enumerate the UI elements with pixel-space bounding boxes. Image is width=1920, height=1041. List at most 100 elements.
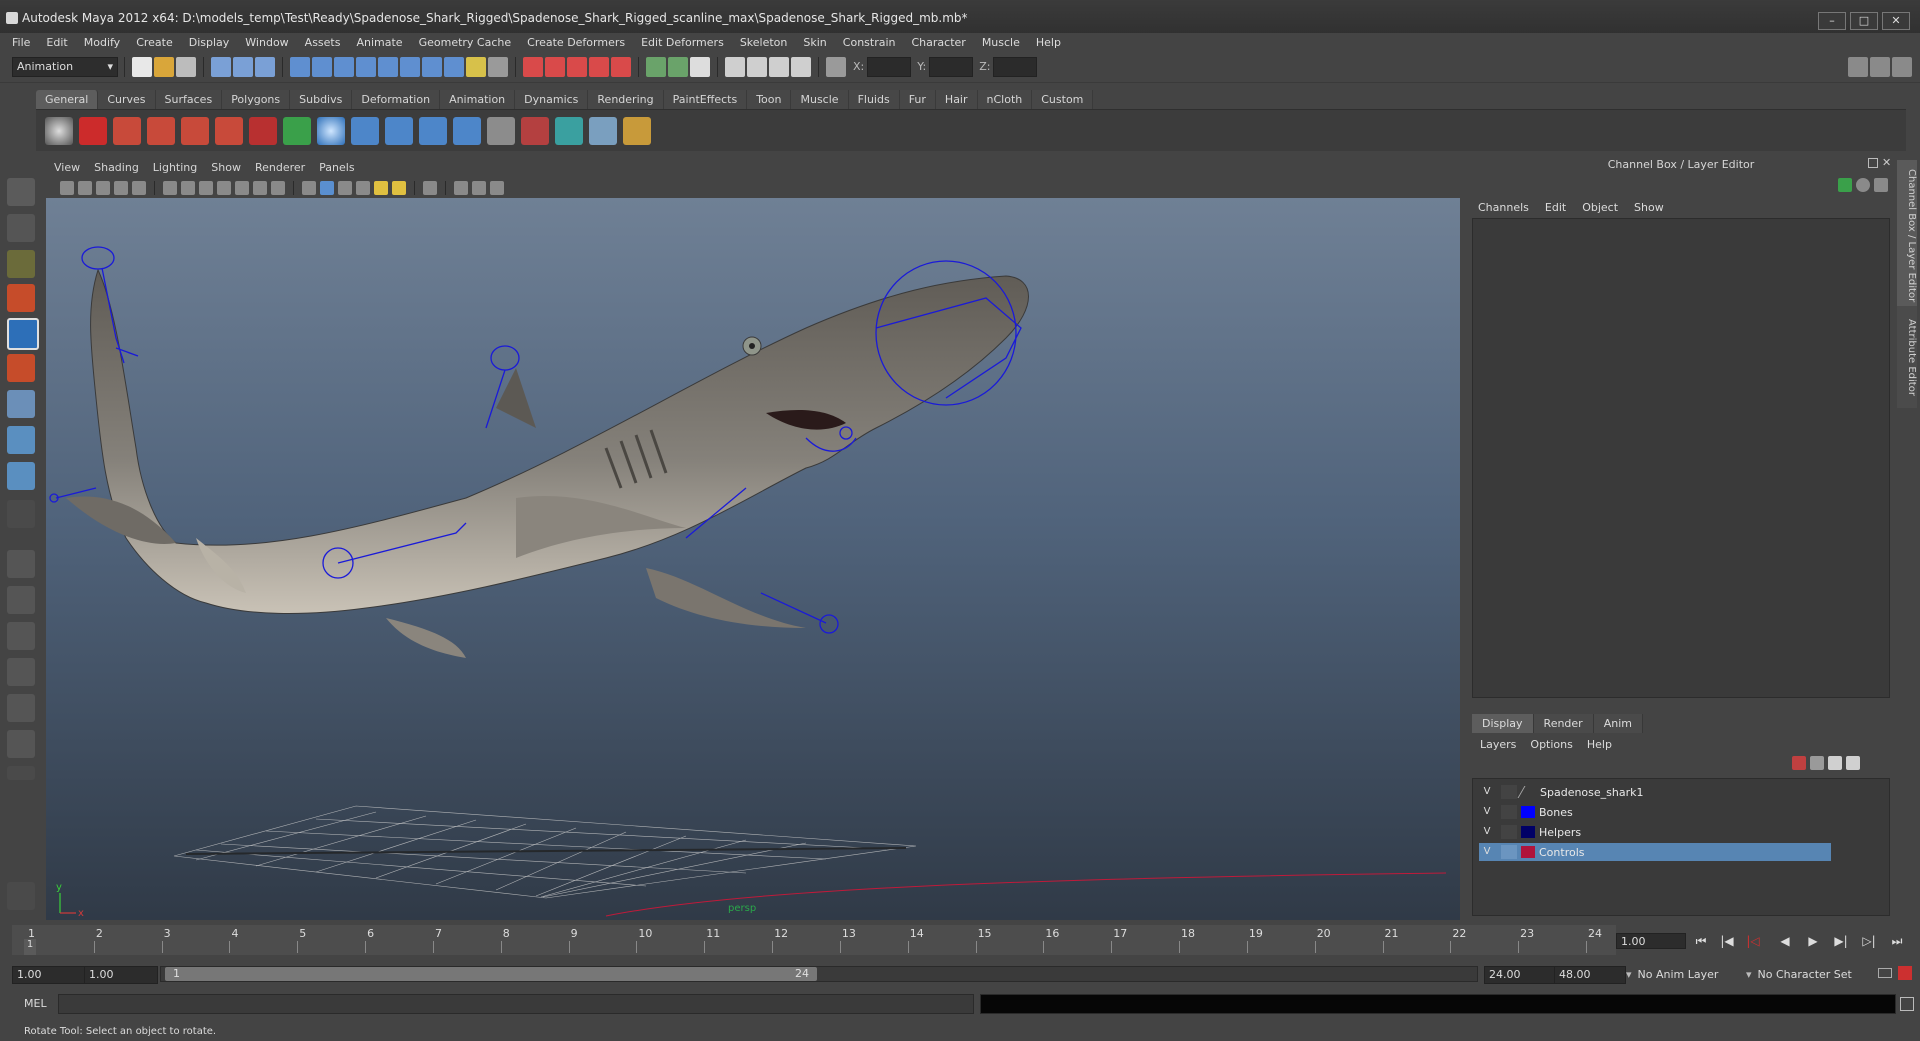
side-tab-channel-box[interactable]: Channel Box / Layer Editor [1897,160,1917,312]
snap-to-curve-icon[interactable] [545,56,565,77]
menu-file[interactable]: File [8,36,34,49]
backface-culling-icon[interactable] [490,181,504,195]
bookmarks-icon[interactable] [96,181,110,195]
menu-edit[interactable]: Edit [42,36,71,49]
layer-menu-options[interactable]: Options [1530,738,1572,751]
y-field[interactable] [929,56,974,77]
layer-row-selected[interactable]: V Controls [1479,843,1831,861]
range-track[interactable]: 1 24 [160,966,1478,982]
shelf-tab-fur[interactable]: Fur [899,89,936,109]
layer-row[interactable]: V Spadenose_shark1 [1479,783,1831,801]
shelf-tab-general[interactable]: General [36,89,99,109]
grid-icon[interactable] [163,181,177,195]
ik-handle-icon[interactable] [385,116,413,145]
show-attribute-editor-icon[interactable] [1848,56,1868,77]
wireframe-on-shaded-icon[interactable] [338,181,352,195]
select-hierarchy-icon[interactable] [211,56,231,77]
two-d-pan-zoom-icon[interactable] [132,181,146,195]
layer-type-toggle[interactable] [1501,825,1517,839]
select-joints-icon[interactable] [312,56,332,77]
snap-to-point-icon[interactable] [567,56,587,77]
constraint-icon[interactable] [453,116,481,145]
delete-layer-icon[interactable] [1792,756,1806,770]
z-field[interactable] [993,56,1038,77]
layer-tab-anim[interactable]: Anim [1593,713,1643,733]
start-time-field[interactable]: 1.00 [12,966,86,984]
go-to-start-button[interactable]: ⏮ [1690,932,1712,950]
hypershade-layout-icon[interactable] [7,694,35,722]
hypershade-icon[interactable] [791,56,811,77]
viewport-menu-lighting[interactable]: Lighting [153,161,197,174]
move-tool-icon[interactable] [7,284,35,312]
viewport-menu-renderer[interactable]: Renderer [255,161,305,174]
channel-box-key-icon[interactable] [1838,178,1852,192]
textured-icon[interactable] [356,181,370,195]
lock-selection-icon[interactable] [466,56,486,77]
layer-stack-icon[interactable] [1810,756,1824,770]
arrow-icon[interactable] [283,116,311,145]
layer-tab-display[interactable]: Display [1472,713,1534,733]
step-back-frame-button[interactable]: |◁ [1742,932,1764,950]
construction-history-icon[interactable] [690,56,710,77]
layer-color-swatch[interactable] [1521,826,1535,838]
minimize-button[interactable]: – [1818,12,1846,30]
menu-create[interactable]: Create [132,36,177,49]
rotate-tool-icon[interactable] [7,318,39,350]
menu-animate[interactable]: Animate [352,36,406,49]
viewport-menu-panels[interactable]: Panels [319,161,354,174]
shelf-tab-animation[interactable]: Animation [440,89,516,109]
select-misc-icon[interactable] [444,56,464,77]
more-layouts-icon[interactable] [7,766,35,780]
menu-edit-deformers[interactable]: Edit Deformers [637,36,728,49]
end-time-field[interactable]: 48.00 [1554,966,1626,984]
xray-icon[interactable] [454,181,468,195]
shelf-tab-curves[interactable]: Curves [98,89,156,109]
script-icon-3[interactable] [181,116,209,145]
layer-row[interactable]: V Bones [1479,803,1831,821]
select-surfaces-icon[interactable] [356,56,376,77]
input-history-icon[interactable] [646,56,666,77]
show-manipulator-icon[interactable] [7,462,35,490]
shelf-tab-polygons[interactable]: Polygons [222,89,291,109]
four-view-layout-icon[interactable] [7,586,35,614]
step-forward-frame-button[interactable]: ▶| [1830,932,1852,950]
channelbox-menu-channels[interactable]: Channels [1478,201,1529,214]
shelf-tab-hair[interactable]: Hair [935,89,978,109]
menu-window[interactable]: Window [241,36,292,49]
show-channel-box-icon[interactable] [1892,56,1912,77]
play-forwards-button[interactable]: ▶ [1802,932,1824,950]
playback-start-field[interactable]: 1.00 [84,966,158,984]
layer-color-swatch[interactable] [1517,786,1540,798]
shelf-tab-muscle[interactable]: Muscle [791,89,849,109]
shark-model[interactable] [66,268,1029,658]
menu-create-deformers[interactable]: Create Deformers [523,36,629,49]
layer-tab-render[interactable]: Render [1533,713,1594,733]
step-back-key-button[interactable]: |◀ [1716,932,1738,950]
select-curves-icon[interactable] [334,56,354,77]
shelf-tab-painteffects[interactable]: PaintEffects [663,89,748,109]
layer-type-toggle[interactable] [1501,845,1517,859]
use-all-lights-icon[interactable] [374,181,388,195]
help-question-icon[interactable] [79,116,107,145]
menu-skeleton[interactable]: Skeleton [736,36,792,49]
time-slider[interactable]: 1 2 3 4 5 6 7 8 9 10 11 12 13 14 15 16 17 18 19 20 21 22 23 24 1 [12,925,1616,955]
image-plane-icon[interactable] [114,181,128,195]
script-icon-1[interactable] [113,116,141,145]
soft-modification-icon[interactable] [7,426,35,454]
shelf-tab-surfaces[interactable]: Surfaces [155,89,223,109]
select-object-icon[interactable] [233,56,253,77]
menu-modify[interactable]: Modify [80,36,124,49]
paint-brush-icon[interactable] [623,116,651,145]
hypergraph-icon[interactable] [555,116,583,145]
menu-constrain[interactable]: Constrain [839,36,900,49]
close-button[interactable]: ✕ [1882,12,1910,30]
key-icon[interactable] [1878,968,1892,978]
ipr-render-icon[interactable] [747,56,767,77]
select-component-icon[interactable] [255,56,275,77]
layer-type-toggle[interactable] [1501,785,1517,799]
layer-visibility-toggle[interactable]: V [1479,824,1495,840]
mel-input[interactable] [58,994,974,1014]
maximize-button[interactable]: □ [1850,12,1878,30]
smooth-shade-icon[interactable] [320,181,334,195]
select-dynamics-icon[interactable] [400,56,420,77]
